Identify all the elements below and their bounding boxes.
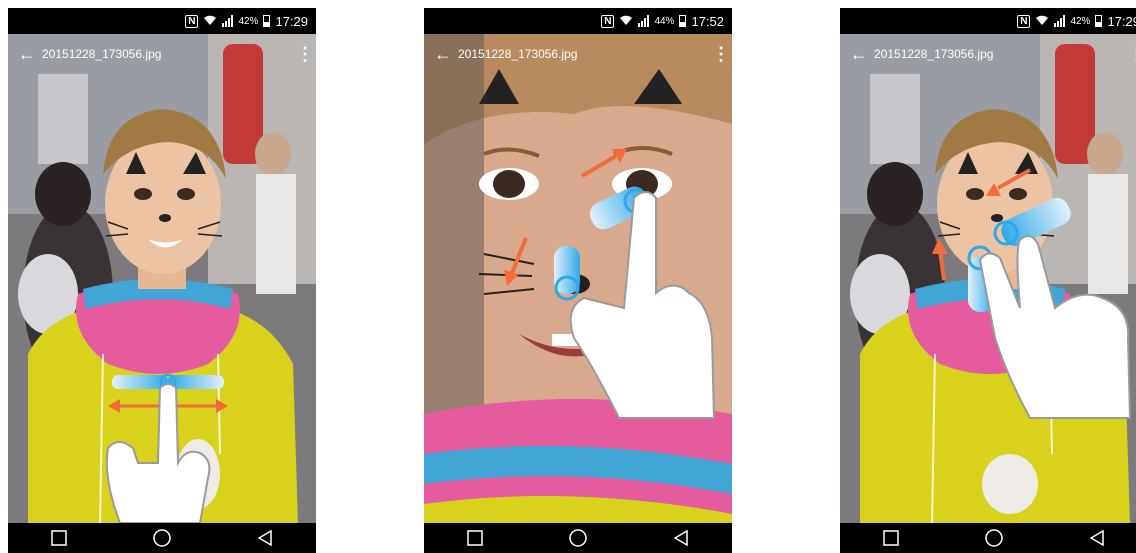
status-bar: N 42% 17:29 xyxy=(840,8,1136,34)
nfc-icon: N xyxy=(185,14,199,28)
battery-percent: 44% xyxy=(654,15,675,27)
battery-icon xyxy=(679,15,687,27)
file-name-title: 20151228_173056.jpg xyxy=(874,47,994,61)
nav-bar xyxy=(424,523,732,553)
battery-percent: 42% xyxy=(1070,15,1091,27)
more-vert-icon[interactable]: ⋮ xyxy=(1128,44,1136,65)
clock: 17:29 xyxy=(1107,13,1136,29)
file-name-title: 20151228_173056.jpg xyxy=(42,47,162,61)
file-name-title: 20151228_173056.jpg xyxy=(458,47,578,61)
battery-percent: 42% xyxy=(238,15,259,27)
signal-icon xyxy=(1054,15,1066,27)
arrow-left-icon[interactable]: ← xyxy=(434,44,456,65)
photo-view[interactable] xyxy=(8,34,316,524)
photo-view[interactable] xyxy=(840,34,1136,524)
circle-icon[interactable] xyxy=(558,525,598,551)
status-bar: N 42% 17:29 xyxy=(8,8,316,34)
circle-icon[interactable] xyxy=(974,525,1014,551)
nav-bar xyxy=(8,523,316,553)
signal-icon xyxy=(638,15,650,27)
arrow-left-icon[interactable]: ← xyxy=(18,44,40,65)
app-bar: ← 20151228_173056.jpg ⋮ xyxy=(424,34,732,74)
nfc-icon: N xyxy=(1017,14,1031,28)
wifi-icon xyxy=(1035,14,1049,29)
signal-icon xyxy=(222,15,234,27)
clock: 17:29 xyxy=(275,13,308,29)
more-vert-icon[interactable]: ⋮ xyxy=(712,44,730,65)
square-icon[interactable] xyxy=(871,525,911,551)
circle-icon[interactable] xyxy=(142,525,182,551)
triangle-left-icon[interactable] xyxy=(1077,525,1117,551)
wifi-icon xyxy=(203,14,217,29)
more-vert-icon[interactable]: ⋮ xyxy=(296,44,314,65)
phone-screen-2: N 44% 17:52 ← 20151228_173056.jpg ⋮ xyxy=(424,8,732,553)
photo-view[interactable] xyxy=(424,34,732,524)
phone-screen-3: N 42% 17:29 xyxy=(840,8,1136,553)
square-icon[interactable] xyxy=(455,525,495,551)
arrow-left-icon[interactable]: ← xyxy=(850,44,872,65)
battery-icon xyxy=(1095,15,1103,27)
square-icon[interactable] xyxy=(39,525,79,551)
phone-screen-1: N 42% 17:29 ← 20151228_173056.jpg ⋮ xyxy=(8,8,316,553)
triangle-left-icon[interactable] xyxy=(661,525,701,551)
battery-icon xyxy=(263,15,271,27)
nfc-icon: N xyxy=(601,14,615,28)
triangle-left-icon[interactable] xyxy=(245,525,285,551)
nav-bar xyxy=(840,523,1136,553)
app-bar: ← 20151228_173056.jpg ⋮ xyxy=(8,34,316,74)
app-bar: ← 20151228_173056.jpg ⋮ xyxy=(840,34,1136,74)
status-bar: N 44% 17:52 xyxy=(424,8,732,34)
clock: 17:52 xyxy=(691,13,724,29)
wifi-icon xyxy=(619,14,633,29)
